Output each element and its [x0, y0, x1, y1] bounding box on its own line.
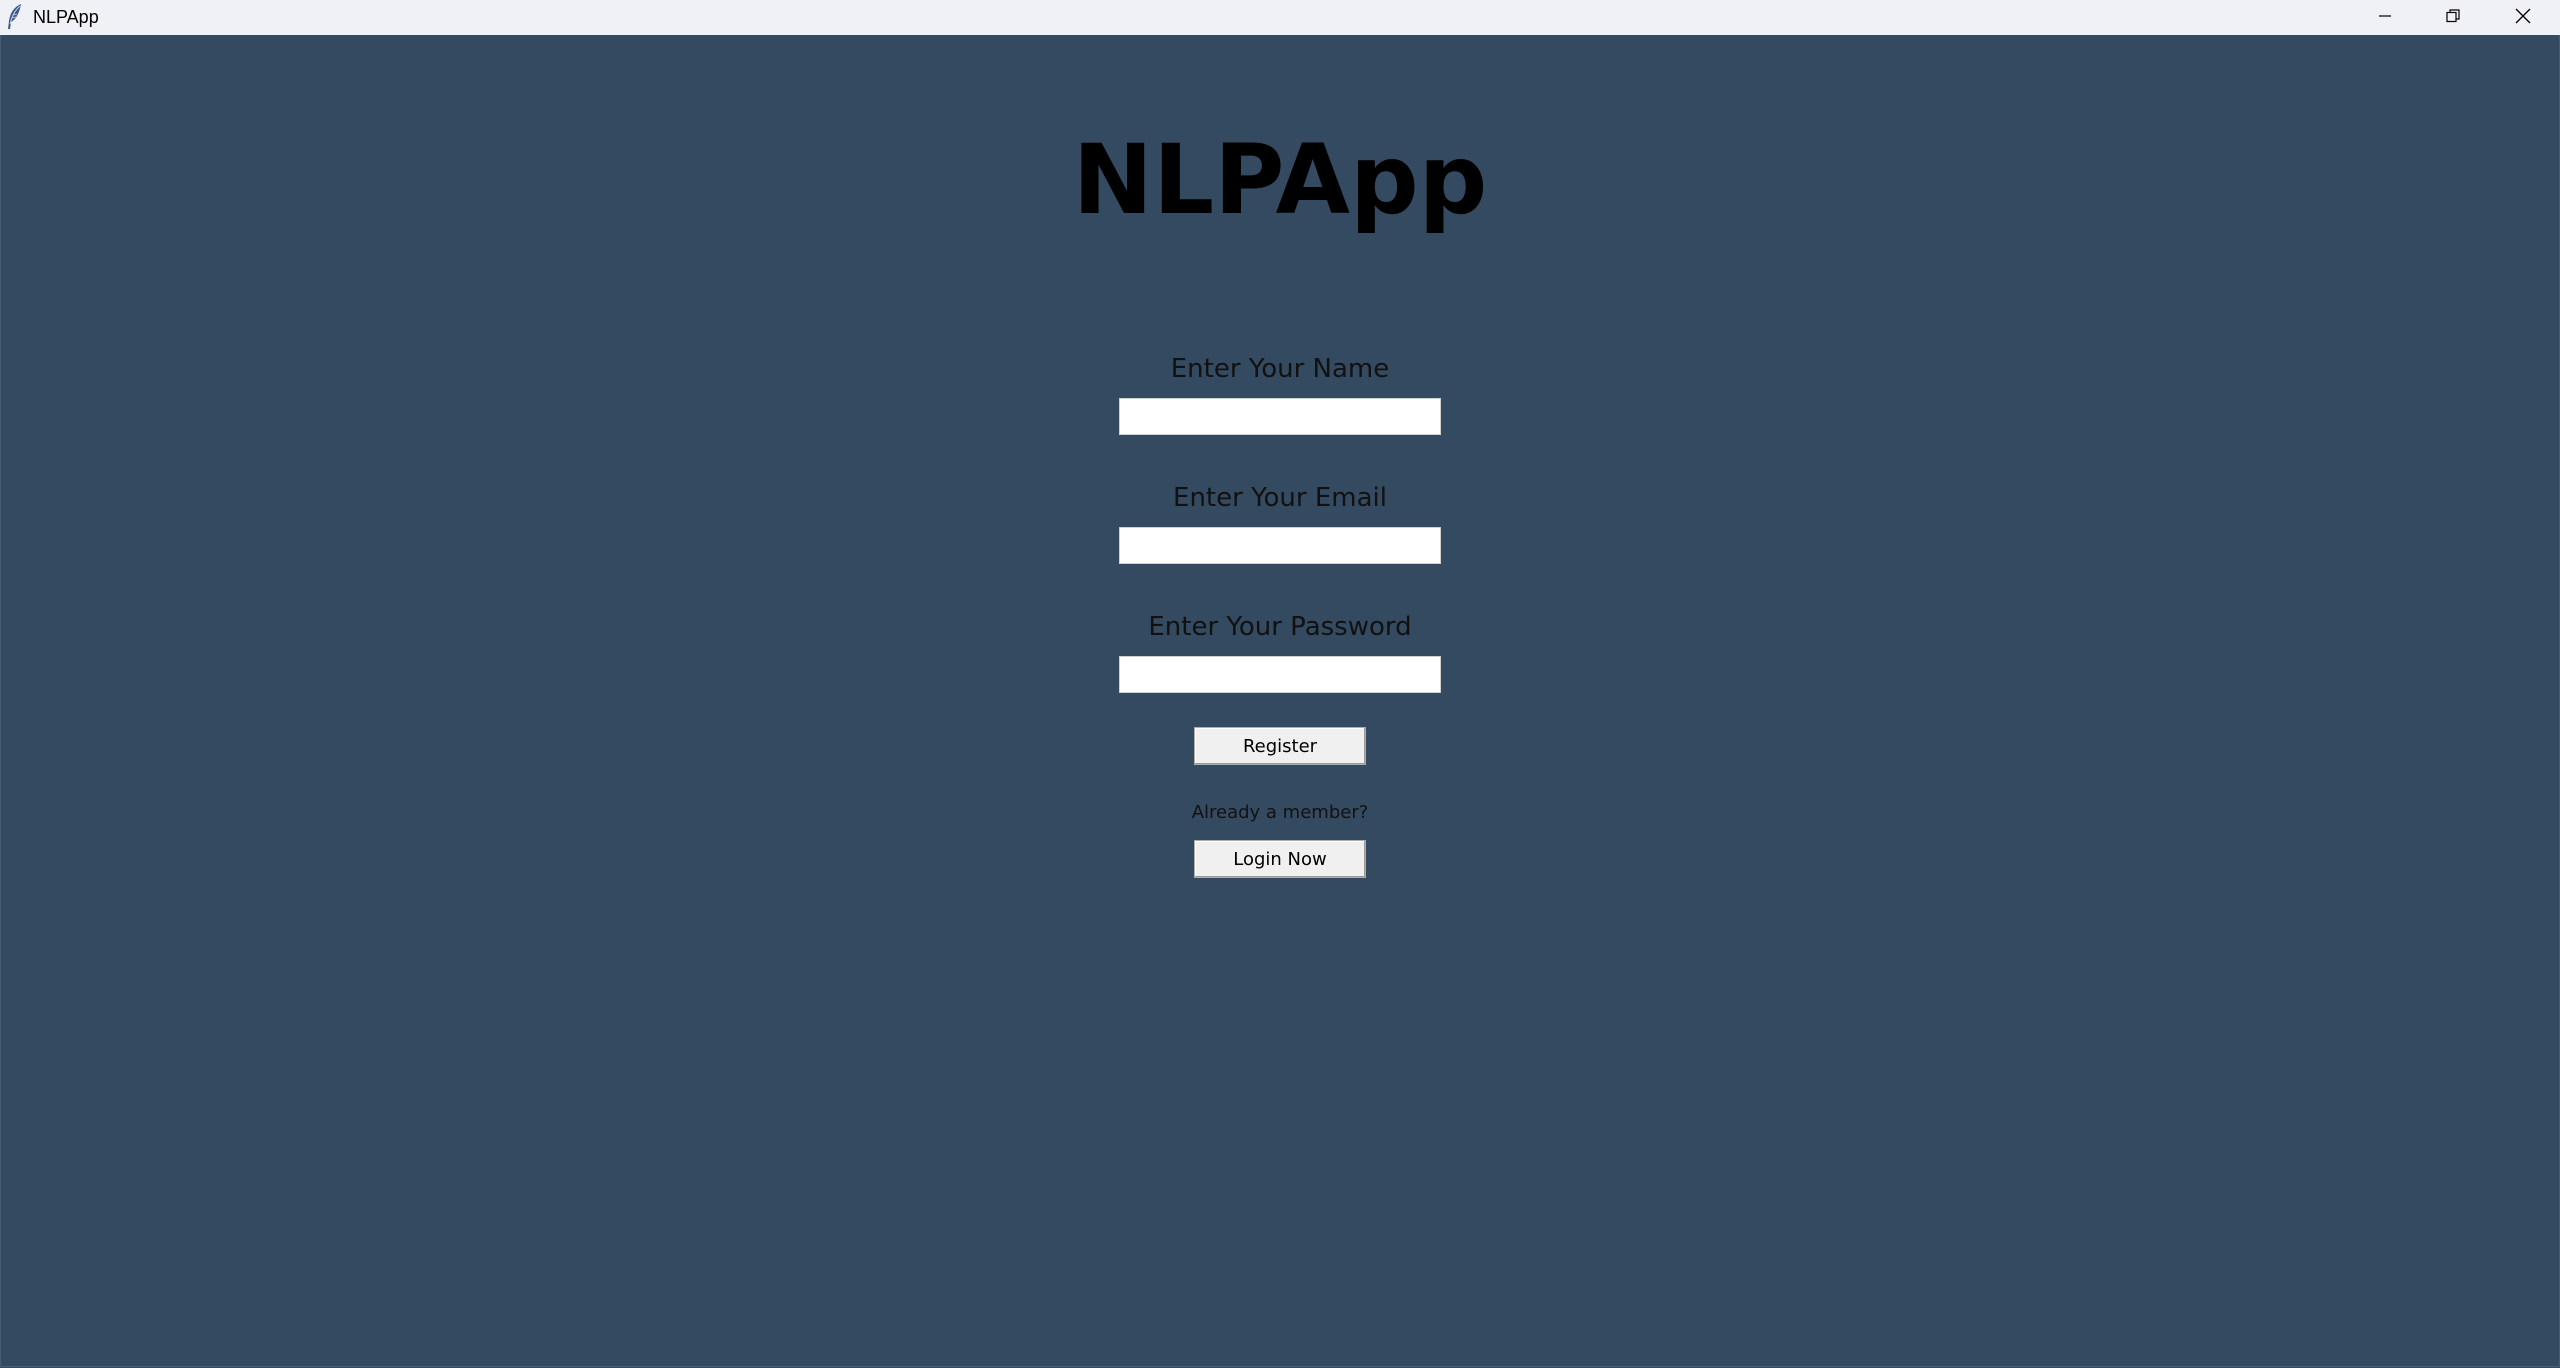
restore-icon	[2445, 8, 2461, 28]
email-label: Enter Your Email	[1173, 483, 1387, 513]
register-button[interactable]: Register	[1194, 727, 1366, 765]
minimize-button[interactable]	[2350, 0, 2420, 35]
name-input[interactable]	[1119, 398, 1441, 435]
password-input[interactable]	[1119, 656, 1441, 693]
title-bar[interactable]: NLPApp	[0, 0, 2560, 35]
minimize-icon	[2377, 8, 2393, 28]
feather-icon	[4, 3, 26, 31]
password-label: Enter Your Password	[1148, 612, 1412, 642]
email-input[interactable]	[1119, 527, 1441, 564]
close-button[interactable]	[2488, 0, 2558, 35]
close-icon	[2514, 7, 2532, 29]
member-prompt: Already a member?	[1191, 802, 1369, 823]
name-label: Enter Your Name	[1170, 354, 1390, 384]
maximize-button[interactable]	[2418, 0, 2488, 35]
window-title: NLPApp	[33, 7, 99, 27]
app-window: NLPApp NLPApp Enter Your Name Enter Your…	[0, 0, 2560, 1368]
login-now-button[interactable]: Login Now	[1194, 840, 1366, 878]
app-heading: NLPApp	[1072, 124, 1488, 236]
